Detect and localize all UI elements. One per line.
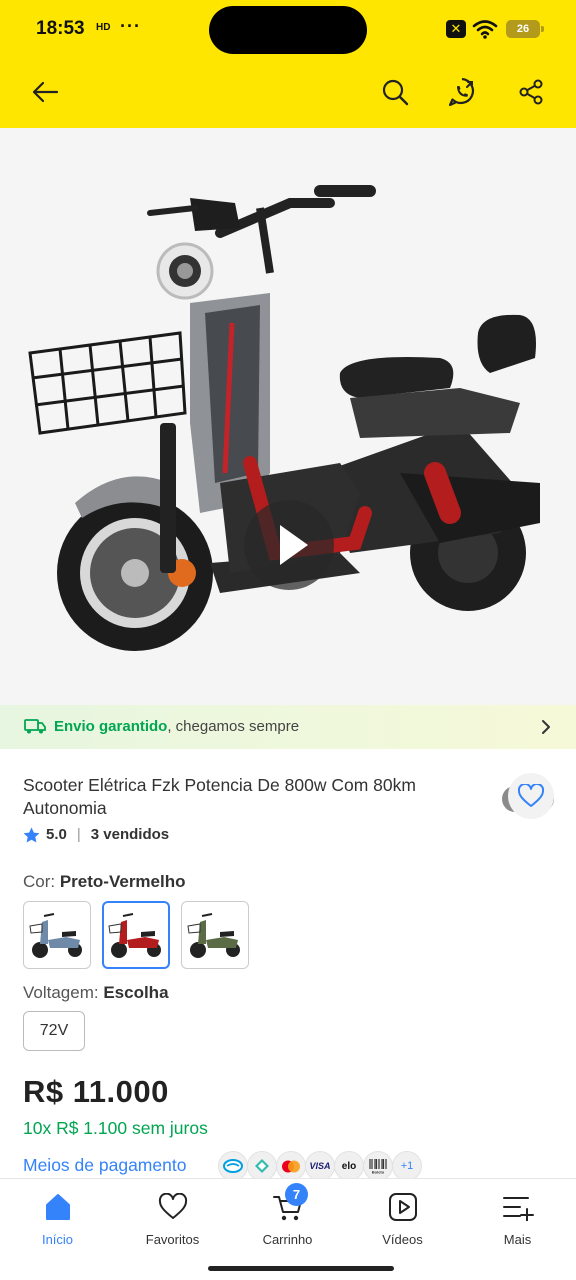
nav-label-videos: Vídeos: [382, 1232, 423, 1247]
wifi-icon: [472, 20, 498, 39]
price: R$ 11.000: [23, 1074, 169, 1109]
more-payment-label: +1: [400, 1160, 414, 1172]
color-thumbnail-icon: [108, 913, 161, 958]
voltage-label-text: Voltagem:: [23, 983, 104, 1002]
nav-item-inicio[interactable]: Início: [0, 1179, 115, 1249]
elo-label: elo: [341, 1160, 357, 1172]
nav-label-inicio: Início: [41, 1232, 74, 1247]
battery-icon: 26: [506, 20, 544, 38]
boleto-icon: Boleto: [363, 1151, 393, 1181]
search-button[interactable]: [377, 74, 413, 110]
color-label: Cor: Preto-Vermelho: [23, 872, 186, 892]
color-option-preto-vermelho[interactable]: [102, 901, 170, 969]
color-thumbnail-icon: [187, 913, 240, 958]
payment-methods-link[interactable]: Meios de pagamento: [23, 1155, 186, 1176]
nav-label-mais: Mais: [503, 1232, 532, 1247]
status-time: 18:53: [36, 18, 85, 39]
truck-icon: [24, 719, 46, 734]
menu-plus-icon: [502, 1197, 534, 1221]
svg-text:Boleto: Boleto: [372, 1170, 385, 1175]
mercado-pago-icon: [218, 1151, 248, 1181]
share-button[interactable]: [513, 74, 549, 110]
hd-indicator: HD: [96, 22, 111, 33]
product-gallery[interactable]: 1 / 6: [0, 128, 576, 812]
arrow-left-icon: [32, 81, 59, 103]
favorite-button[interactable]: [508, 773, 554, 819]
color-option-verde[interactable]: [181, 901, 249, 969]
heart-icon: [518, 784, 544, 807]
shipping-text: Envio garantido, chegamos sempre: [54, 718, 299, 735]
nav-item-mais[interactable]: Mais: [460, 1179, 575, 1249]
nav-item-videos[interactable]: Vídeos: [345, 1179, 460, 1249]
shipping-rest: , chegamos sempre: [167, 718, 300, 735]
heart-icon: [158, 1193, 187, 1219]
search-icon: [382, 79, 409, 106]
visa-label: VISA: [309, 1161, 331, 1171]
rating-row[interactable]: 5.0 | 3 vendidos: [23, 826, 169, 843]
color-option-azul[interactable]: [23, 901, 91, 969]
dynamic-island: [209, 6, 367, 54]
color-label-text: Cor:: [23, 872, 60, 891]
nav-label-favoritos: Favoritos: [145, 1232, 200, 1247]
voltage-selected: Escolha: [103, 983, 169, 1002]
play-video-button[interactable]: [244, 500, 334, 590]
color-thumbnail-icon: [29, 913, 82, 958]
elo-icon: elo: [334, 1151, 364, 1181]
product-image: [28, 185, 540, 651]
shipping-banner[interactable]: Envio garantido, chegamos sempre: [0, 705, 576, 749]
voltage-option-72v[interactable]: 72V: [23, 1011, 85, 1051]
share-icon: [519, 79, 543, 105]
more-payment-methods: +1: [392, 1151, 422, 1181]
nav-label-carrinho: Carrinho: [262, 1232, 313, 1247]
cart-badge: 7: [285, 1183, 308, 1206]
home-icon: [45, 1194, 70, 1220]
pix-icon: [247, 1151, 277, 1181]
whatsapp-icon: [448, 77, 475, 107]
back-button[interactable]: [27, 74, 63, 110]
product-title: Scooter Elétrica Fzk Potencia De 800w Co…: [23, 775, 416, 818]
rating-separator: |: [76, 826, 81, 843]
mastercard-icon: [276, 1151, 306, 1181]
visa-icon: VISA: [305, 1151, 335, 1181]
app-header: 18:53 HD ··· ✕ 26: [0, 0, 576, 128]
installments: 10x R$ 1.100 sem juros: [23, 1118, 208, 1138]
voltage-label: Voltagem: Escolha: [23, 983, 169, 1003]
rating-score: 5.0: [46, 826, 67, 843]
whatsapp-share-button[interactable]: [444, 74, 480, 110]
payment-method-icons[interactable]: VISA elo Boleto +1: [218, 1151, 422, 1181]
home-indicator[interactable]: [208, 1266, 394, 1271]
status-bar: 18:53 HD ··· ✕ 26: [0, 0, 576, 58]
more-notifications-icon: ···: [120, 16, 141, 36]
star-icon: [23, 827, 40, 842]
video-icon: [388, 1193, 417, 1221]
nav-item-favoritos[interactable]: Favoritos: [115, 1179, 230, 1249]
chevron-right-icon: [542, 720, 550, 734]
shipping-highlight: Envio garantido: [54, 718, 168, 735]
sim-off-icon: ✕: [446, 20, 466, 38]
sold-count: 3 vendidos: [90, 826, 170, 843]
color-selected: Preto-Vermelho: [59, 872, 186, 891]
